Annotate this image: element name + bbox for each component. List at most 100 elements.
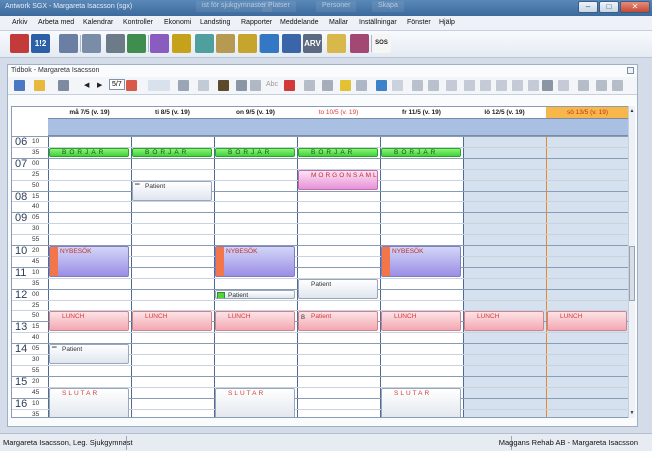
table-icon[interactable] bbox=[446, 80, 457, 91]
calendar-grid-icon[interactable] bbox=[82, 34, 101, 53]
minimize-button[interactable]: – bbox=[578, 1, 598, 13]
stopwatch-icon[interactable] bbox=[238, 34, 257, 53]
allday-band[interactable] bbox=[463, 119, 546, 136]
appointment-pink[interactable]: LUNCH bbox=[132, 311, 212, 332]
filter-icon[interactable] bbox=[578, 80, 589, 91]
chart-icon[interactable] bbox=[150, 34, 169, 53]
day-header[interactable]: må 7/5 (v. 19) bbox=[48, 107, 131, 119]
menu-kalendrar[interactable]: Kalendrar bbox=[83, 19, 113, 26]
pie-icon[interactable] bbox=[126, 80, 137, 91]
menu-installningar[interactable]: Inställningar bbox=[359, 19, 397, 26]
allday-band[interactable] bbox=[297, 119, 380, 136]
magic-wand-icon[interactable] bbox=[106, 34, 125, 53]
person-icon[interactable] bbox=[218, 80, 229, 91]
menu-landsting[interactable]: Landsting bbox=[200, 19, 230, 26]
appointment-slutar[interactable]: SLUTAR bbox=[49, 387, 129, 417]
menu-fonster[interactable]: Fönster bbox=[407, 19, 431, 26]
flag-icon[interactable] bbox=[284, 80, 295, 91]
grid-a-icon[interactable] bbox=[464, 80, 475, 91]
refresh-icon[interactable] bbox=[376, 80, 387, 91]
form-icon[interactable] bbox=[392, 80, 403, 91]
appointment-slutar[interactable]: SLUTAR bbox=[215, 387, 295, 417]
appointment-green[interactable]: BÖRJAR bbox=[49, 147, 129, 157]
day-header[interactable]: to 10/5 (v. 19) bbox=[297, 107, 380, 119]
close-button[interactable]: ✕ bbox=[620, 1, 650, 13]
ruler-icon[interactable] bbox=[558, 80, 569, 91]
m-icon[interactable] bbox=[236, 80, 247, 91]
clipboard-icon[interactable] bbox=[216, 34, 235, 53]
day-header[interactable]: fr 11/5 (v. 19) bbox=[380, 107, 463, 119]
menu-mallar[interactable]: Mallar bbox=[329, 19, 348, 26]
allday-band[interactable] bbox=[214, 119, 297, 136]
allday-band[interactable] bbox=[546, 119, 629, 136]
menu-arkiv[interactable]: Arkiv bbox=[12, 19, 28, 26]
cycle-icon[interactable] bbox=[260, 34, 279, 53]
prev-arrow-icon[interactable]: ◀ bbox=[84, 81, 89, 89]
abc-label[interactable]: Abc bbox=[266, 81, 278, 88]
appointment-pink[interactable]: LUNCH bbox=[547, 311, 627, 332]
key-icon[interactable] bbox=[340, 80, 351, 91]
next-arrow-icon[interactable]: ▶ bbox=[97, 81, 102, 89]
allday-band[interactable] bbox=[380, 119, 463, 136]
page-indicator[interactable]: 5/7 bbox=[109, 79, 125, 90]
appointment-slutar[interactable]: SLUTAR bbox=[381, 387, 461, 417]
edit-icon[interactable] bbox=[304, 80, 315, 91]
grid-d-icon[interactable] bbox=[512, 80, 523, 91]
appointment-purple[interactable]: NYBESÖK bbox=[381, 246, 461, 277]
menu-hjalp[interactable]: Hjälp bbox=[439, 19, 455, 26]
menu-kontroller[interactable]: Kontroller bbox=[123, 19, 153, 26]
arv-icon[interactable]: ARV bbox=[303, 34, 322, 53]
appointment-green[interactable]: BÖRJAR bbox=[381, 147, 461, 157]
appointment-magenta[interactable]: MORGONSAMLING bbox=[298, 169, 378, 190]
sos-bell-icon[interactable]: SOS bbox=[372, 34, 391, 53]
appointment-green[interactable]: BÖRJAR bbox=[215, 147, 295, 157]
appointment-purple[interactable]: NYBESÖK bbox=[215, 246, 295, 277]
book-icon[interactable] bbox=[350, 34, 369, 53]
day-header[interactable]: sö 13/5 (v. 19) bbox=[546, 107, 629, 119]
text-m-icon[interactable] bbox=[250, 80, 261, 91]
appointment-pink[interactable]: LUNCH bbox=[49, 311, 129, 332]
appointment-green[interactable]: BÖRJAR bbox=[298, 147, 378, 157]
scroll-down-icon[interactable]: ▼ bbox=[629, 410, 635, 416]
day-header[interactable]: on 9/5 (v. 19) bbox=[214, 107, 297, 119]
list-icon[interactable] bbox=[198, 80, 209, 91]
day-header[interactable]: ti 8/5 (v. 19) bbox=[131, 107, 214, 119]
card-icon[interactable] bbox=[282, 34, 301, 53]
calendar-scrollbar[interactable]: ▲ ▼ bbox=[628, 106, 635, 418]
scroll-thumb[interactable] bbox=[629, 246, 635, 301]
appointment-green[interactable]: BÖRJAR bbox=[132, 147, 212, 157]
brush-icon[interactable] bbox=[428, 80, 439, 91]
sun-icon[interactable] bbox=[34, 80, 45, 91]
print-icon[interactable] bbox=[596, 80, 607, 91]
appointment-grey-green[interactable]: Patient bbox=[215, 289, 295, 299]
id-card-icon[interactable]: 1!2 bbox=[31, 34, 50, 53]
grid-c-icon[interactable] bbox=[496, 80, 507, 91]
box-icon[interactable] bbox=[327, 34, 346, 53]
restore-icon[interactable] bbox=[627, 67, 634, 74]
split-icon[interactable] bbox=[58, 80, 69, 91]
appointment-pink[interactable]: LUNCH bbox=[381, 311, 461, 332]
menu-rapporter[interactable]: Rapporter bbox=[241, 19, 272, 26]
first-aid-icon[interactable] bbox=[10, 34, 29, 53]
appointment-grey[interactable]: ▔ Patient bbox=[132, 180, 212, 201]
appointment-grey[interactable]: Patient bbox=[298, 278, 378, 299]
maximize-button[interactable]: □ bbox=[599, 1, 619, 13]
appointment-pink[interactable]: LUNCH bbox=[464, 311, 544, 332]
week-view-icon[interactable] bbox=[148, 80, 170, 91]
menu-ekonomi[interactable]: Ekonomi bbox=[164, 19, 191, 26]
day-header[interactable]: lö 12/5 (v. 19) bbox=[463, 107, 546, 119]
grid-b-icon[interactable] bbox=[480, 80, 491, 91]
menu-meddelande[interactable]: Meddelande bbox=[280, 19, 319, 26]
appointment-pink[interactable]: LUNCH bbox=[215, 311, 295, 332]
today-icon[interactable] bbox=[14, 80, 25, 91]
m2-icon[interactable] bbox=[542, 80, 553, 91]
appointment-grey[interactable]: ▔ Patient bbox=[49, 344, 129, 365]
landscape-icon[interactable] bbox=[127, 34, 146, 53]
settings-icon[interactable] bbox=[612, 80, 623, 91]
appointment-pink[interactable]: B Patient bbox=[298, 311, 378, 332]
link-icon[interactable] bbox=[178, 80, 189, 91]
note-icon[interactable] bbox=[195, 34, 214, 53]
menu-arbeta-med[interactable]: Arbeta med bbox=[38, 19, 74, 26]
copy-docs-icon[interactable] bbox=[59, 34, 78, 53]
scroll-up-icon[interactable]: ▲ bbox=[629, 108, 635, 114]
